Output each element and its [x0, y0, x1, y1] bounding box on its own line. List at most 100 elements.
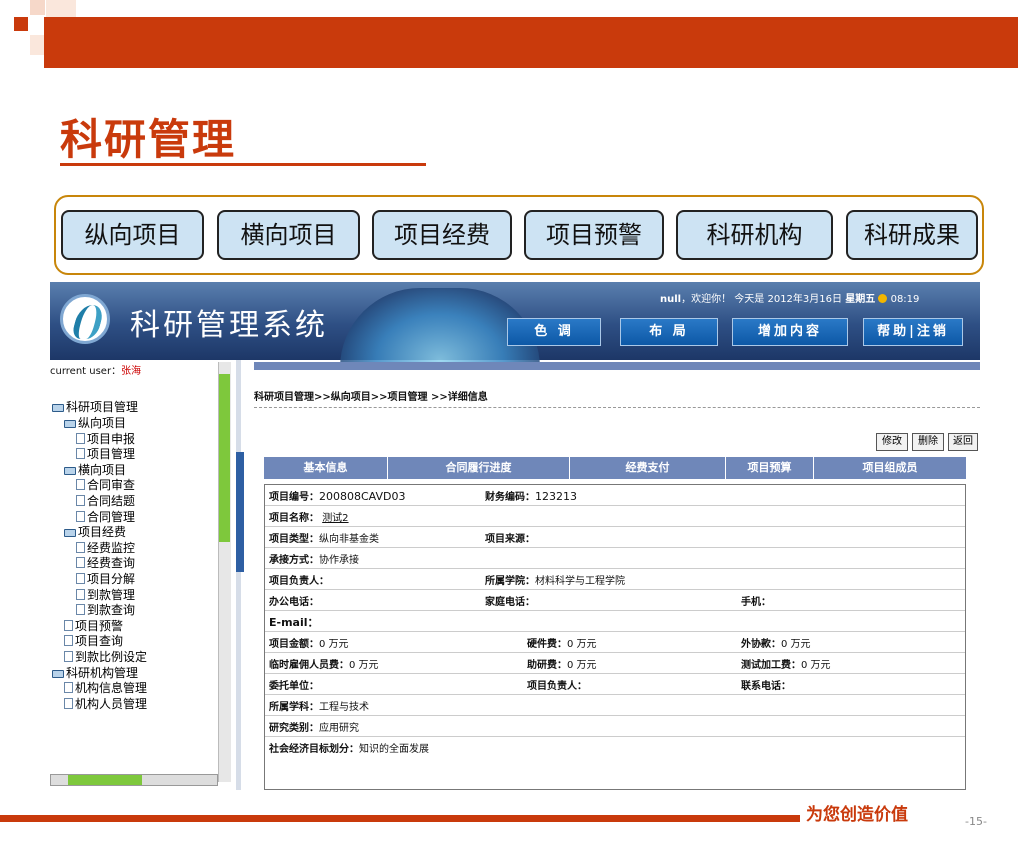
sidebar-item-institute-info[interactable]: 机构信息管理 [64, 679, 147, 696]
color-button[interactable]: 色 调 [507, 318, 601, 346]
sidebar-item-institute-staff[interactable]: 机构人员管理 [64, 695, 147, 712]
app-header: 科研管理系统 null，欢迎你！ 今天是 2012年3月16日 星期五 08:1… [50, 282, 980, 368]
sidebar-item-contract-close[interactable]: 合同结题 [76, 492, 135, 509]
sidebar-item-manage[interactable]: 项目管理 [76, 445, 135, 462]
document-icon [76, 510, 85, 522]
document-icon [76, 573, 85, 584]
nav-vertical-project[interactable]: 纵向项目 [61, 210, 204, 260]
edit-button[interactable]: 修改 [876, 433, 908, 451]
document-icon [64, 651, 73, 662]
sidebar-item-payment-manage[interactable]: 到款管理 [76, 586, 135, 603]
sidebar-item-contract-review[interactable]: 合同审查 [76, 476, 135, 493]
nav-research-institute[interactable]: 科研机构 [676, 210, 833, 260]
field-value: 0 万元 [781, 639, 811, 650]
folder-icon [52, 669, 64, 678]
sidebar-scroll-thumb[interactable] [219, 374, 230, 542]
field-label: 所属学院： [485, 576, 535, 587]
project-name-link[interactable]: 测试2 [322, 513, 348, 524]
nav-research-results[interactable]: 科研成果 [846, 210, 978, 260]
field-label: E-mail： [269, 616, 319, 629]
tab-basic-info[interactable]: 基本信息 [264, 457, 388, 479]
decor-square [30, 0, 45, 15]
document-icon [76, 495, 85, 506]
help-logout-button[interactable]: 帮助|注销 [863, 318, 963, 346]
document-icon [76, 588, 85, 600]
tab-fund-payment[interactable]: 经费支付 [570, 457, 726, 479]
decor-square [46, 0, 76, 17]
field-value: 协作承接 [319, 555, 359, 566]
table-row: 临时雇佣人员费：0 万元 助研费：0 万元 测试加工费：0 万元 [265, 653, 965, 674]
tab-project-members[interactable]: 项目组成员 [814, 457, 966, 479]
field-value: 工程与技术 [319, 702, 369, 713]
field-label: 财务编码： [485, 492, 535, 503]
delete-button[interactable]: 删除 [912, 433, 944, 451]
document-icon [76, 448, 85, 460]
sidebar-item-split[interactable]: 项目分解 [76, 570, 135, 587]
back-button[interactable]: 返回 [948, 433, 978, 451]
sidebar-item-ratio[interactable]: 到款比例设定 [64, 648, 147, 665]
sidebar-item-warning[interactable]: 项目预警 [64, 617, 123, 634]
field-label: 硬件费： [527, 639, 567, 650]
field-label: 承接方式： [269, 555, 319, 566]
sidebar-item-fund-query[interactable]: 经费查询 [76, 554, 135, 571]
tab-contract-progress[interactable]: 合同履行进度 [388, 457, 570, 479]
sidebar-item-payment-query[interactable]: 到款查询 [76, 601, 135, 618]
field-label: 临时雇佣人员费： [269, 660, 349, 671]
sidebar-item-label: 项目管理 [87, 447, 136, 462]
document-icon [76, 557, 85, 569]
field-label: 手机： [741, 597, 771, 608]
clock-icon [878, 294, 888, 303]
table-row: 研究类别：应用研究 [265, 716, 965, 737]
sidebar-item-query[interactable]: 项目查询 [64, 632, 123, 649]
welcome-user: null [660, 294, 682, 305]
field-value: 知识的全面发展 [359, 744, 429, 755]
folder-icon [52, 404, 64, 412]
nav-horizontal-project[interactable]: 横向项目 [217, 210, 360, 260]
document-icon [64, 635, 73, 647]
layout-button[interactable]: 布 局 [620, 318, 718, 346]
page-number: -15- [965, 815, 987, 828]
field-label: 家庭电话： [485, 597, 535, 608]
detail-tabs: 基本信息 合同履行进度 经费支付 项目预算 项目组成员 [264, 457, 966, 479]
field-label: 项目类型： [269, 534, 319, 545]
decor-square [30, 35, 44, 55]
field-label: 项目名称： [269, 513, 319, 524]
field-label: 外协款： [741, 639, 781, 650]
field-value: 0 万元 [319, 639, 349, 650]
welcome-date: 2012年3月16日 [767, 294, 843, 305]
table-row: 项目金额：0 万元 硬件费：0 万元 外协款：0 万元 [265, 632, 965, 653]
sidebar-item-label: 到款查询 [87, 603, 136, 618]
pane-divider[interactable] [236, 360, 241, 790]
table-row: 所属学科：工程与技术 [265, 695, 965, 716]
sidebar-item-contract-manage[interactable]: 合同管理 [76, 508, 135, 525]
nav-project-warning[interactable]: 项目预警 [524, 210, 664, 260]
content-top-bar [254, 362, 980, 370]
sidebar-item-institute[interactable]: 科研机构管理 [52, 664, 138, 681]
document-icon [76, 479, 85, 491]
add-content-button[interactable]: 增加内容 [732, 318, 848, 346]
sidebar-item-funds[interactable]: 项目经费 [64, 523, 126, 540]
tab-project-budget[interactable]: 项目预算 [726, 457, 814, 479]
nav-project-funds[interactable]: 项目经费 [372, 210, 512, 260]
table-row: E-mail： [265, 611, 965, 632]
sidebar-item-apply[interactable]: 项目申报 [76, 430, 135, 447]
table-row: 项目类型：纵向非基金类 项目来源： [265, 527, 965, 548]
table-row: 项目名称： 测试2 [265, 506, 965, 527]
field-value: 材料科学与工程学院 [535, 576, 625, 587]
sidebar-item-vertical[interactable]: 纵向项目 [64, 414, 126, 431]
sidebar-h-scroll-thumb[interactable] [68, 775, 142, 785]
sidebar-item-research-project[interactable]: 科研项目管理 [52, 398, 138, 415]
sidebar-item-label: 机构人员管理 [75, 696, 148, 711]
field-value: 0 万元 [801, 660, 831, 671]
sidebar-item-horizontal[interactable]: 横向项目 [64, 461, 126, 478]
footer-line [0, 815, 800, 822]
sidebar-item-label: 纵向项目 [78, 416, 127, 430]
sidebar-item-label: 项目查询 [75, 634, 124, 649]
field-value: 200808CAVD03 [319, 490, 406, 503]
table-row: 项目编号：200808CAVD03 财务编码：123213 [265, 485, 965, 506]
sidebar-item-fund-monitor[interactable]: 经费监控 [76, 539, 135, 556]
collapse-handle[interactable] [236, 452, 244, 572]
sidebar-item-label: 经费查询 [87, 556, 136, 571]
detail-table: 项目编号：200808CAVD03 财务编码：123213 项目名称： 测试2 … [264, 484, 966, 790]
sidebar-item-label: 项目经费 [78, 525, 127, 540]
